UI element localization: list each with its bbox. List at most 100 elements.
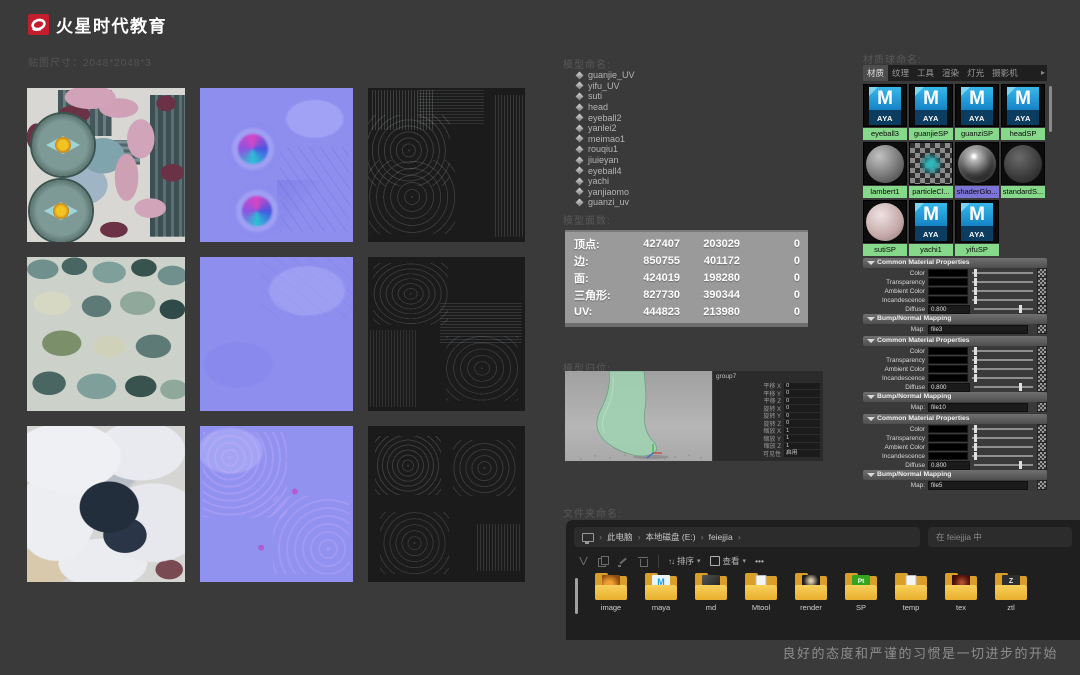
map-texture-button[interactable] xyxy=(1037,480,1047,490)
attr-slider[interactable] xyxy=(972,287,1033,295)
color-swatch[interactable] xyxy=(928,269,968,278)
slider-handle[interactable] xyxy=(974,287,978,295)
outliner-item[interactable]: rouqiu1 xyxy=(576,144,635,155)
map-value-field[interactable]: file10 xyxy=(928,403,1028,412)
channel-value-field[interactable]: 0 xyxy=(784,383,820,390)
common-properties-header[interactable]: Common Material Properties xyxy=(863,336,1047,346)
breadcrumb-item[interactable]: 此电脑 xyxy=(607,531,633,543)
model-viewport[interactable] xyxy=(565,371,712,461)
tab-摄影机[interactable]: 摄影机 xyxy=(988,65,1022,81)
breadcrumb-item[interactable]: 本地磁盘 (E:) xyxy=(646,531,696,543)
bump-mapping-header[interactable]: Bump/Normal Mapping xyxy=(863,392,1047,402)
explorer-search[interactable]: 在 feiejjia 中 xyxy=(928,527,1072,547)
channel-value-field[interactable]: 0 xyxy=(784,413,820,420)
outliner-item[interactable]: head xyxy=(576,102,635,113)
material-swatch[interactable]: MAYAyifuSP xyxy=(955,200,999,256)
attr-slider[interactable] xyxy=(972,374,1033,382)
slider-handle[interactable] xyxy=(974,434,978,442)
tab-overflow-arrow[interactable]: ▸ xyxy=(1041,65,1047,81)
material-swatch[interactable]: standardS... xyxy=(1001,142,1045,198)
folder-tile[interactable]: Mtool xyxy=(736,573,786,612)
slider-handle[interactable] xyxy=(1019,305,1023,313)
attr-slider[interactable] xyxy=(974,383,1033,391)
map-texture-button[interactable] xyxy=(1037,304,1047,314)
bump-mapping-header[interactable]: Bump/Normal Mapping xyxy=(863,314,1047,324)
folder-tile[interactable]: temp xyxy=(886,573,936,612)
color-swatch[interactable] xyxy=(928,425,968,434)
diffuse-value-field[interactable]: 0.800 xyxy=(928,305,970,314)
slider-handle[interactable] xyxy=(974,356,978,364)
slider-handle[interactable] xyxy=(974,347,978,355)
attr-slider[interactable] xyxy=(972,452,1033,460)
diffuse-value-field[interactable]: 0.800 xyxy=(928,461,970,470)
slider-handle[interactable] xyxy=(974,452,978,460)
material-swatch[interactable]: lambert1 xyxy=(863,142,907,198)
nav-pane-scrollbar[interactable] xyxy=(575,578,578,614)
folder-tile[interactable]: tex xyxy=(936,573,986,612)
copy-icon[interactable] xyxy=(598,556,609,567)
color-swatch[interactable] xyxy=(928,278,968,287)
slider-handle[interactable] xyxy=(974,365,978,373)
slider-handle[interactable] xyxy=(974,269,978,277)
map-value-field[interactable]: file3 xyxy=(928,325,1028,334)
attr-slider[interactable] xyxy=(972,425,1033,433)
attr-slider[interactable] xyxy=(972,347,1033,355)
folder-tile[interactable]: PtSP xyxy=(836,573,886,612)
map-value-field[interactable]: file5 xyxy=(928,481,1028,490)
folder-tile[interactable]: Zztl xyxy=(986,573,1036,612)
breadcrumb[interactable]: ›此电脑›本地磁盘 (E:)›feiejjia› xyxy=(574,527,920,547)
material-swatch[interactable]: MAYAguanziSP xyxy=(955,84,999,140)
rename-icon[interactable] xyxy=(618,556,629,567)
folder-tile[interactable]: md xyxy=(686,573,736,612)
folder-tile[interactable]: Mmaya xyxy=(636,573,686,612)
bump-mapping-header[interactable]: Bump/Normal Mapping xyxy=(863,470,1047,480)
attr-slider[interactable] xyxy=(972,269,1033,277)
outliner-item[interactable]: eyeball4 xyxy=(576,165,635,176)
breadcrumb-item[interactable]: feiejjia xyxy=(709,532,733,542)
attr-slider[interactable] xyxy=(974,305,1033,313)
map-texture-button[interactable] xyxy=(1037,460,1047,470)
attr-slider[interactable] xyxy=(972,356,1033,364)
slider-handle[interactable] xyxy=(974,425,978,433)
attr-slider[interactable] xyxy=(972,443,1033,451)
channel-value-field[interactable]: 0 xyxy=(784,398,820,405)
map-texture-button[interactable] xyxy=(1037,324,1047,334)
color-swatch[interactable] xyxy=(928,434,968,443)
slider-handle[interactable] xyxy=(1019,461,1023,469)
tab-材质[interactable]: 材质 xyxy=(863,65,888,81)
attr-slider[interactable] xyxy=(974,461,1033,469)
material-swatch[interactable]: MAYAheadSP xyxy=(1001,84,1045,140)
delete-icon[interactable] xyxy=(638,556,649,567)
slider-handle[interactable] xyxy=(974,374,978,382)
outliner-item[interactable]: suti xyxy=(576,91,635,102)
outliner-item[interactable]: guanzi_uv xyxy=(576,197,635,208)
outliner-item[interactable]: yifu_UV xyxy=(576,81,635,92)
color-swatch[interactable] xyxy=(928,347,968,356)
channel-value-field[interactable]: 0 xyxy=(784,390,820,397)
view-button[interactable]: 查看 ▾ xyxy=(710,555,747,567)
channel-value-field[interactable]: 1 xyxy=(784,435,820,442)
channel-value-field[interactable]: 1 xyxy=(784,428,820,435)
slider-handle[interactable] xyxy=(974,278,978,286)
folder-tile[interactable]: render xyxy=(786,573,836,612)
attr-slider[interactable] xyxy=(972,365,1033,373)
channel-value-field[interactable]: 1 xyxy=(784,443,820,450)
slider-handle[interactable] xyxy=(1019,383,1023,391)
tab-纹理[interactable]: 纹理 xyxy=(888,65,913,81)
outliner-item[interactable]: yanjiaomo xyxy=(576,187,635,198)
material-swatch[interactable]: MAYAguanjieSP xyxy=(909,84,953,140)
channel-value-field[interactable]: 启用 xyxy=(784,450,820,457)
tab-渲染[interactable]: 渲染 xyxy=(938,65,963,81)
map-texture-button[interactable] xyxy=(1037,402,1047,412)
map-texture-button[interactable] xyxy=(1037,382,1047,392)
channel-value-field[interactable]: 0 xyxy=(784,420,820,427)
common-properties-header[interactable]: Common Material Properties xyxy=(863,258,1047,268)
outliner-item[interactable]: meimao1 xyxy=(576,134,635,145)
common-properties-header[interactable]: Common Material Properties xyxy=(863,414,1047,424)
tab-工具[interactable]: 工具 xyxy=(913,65,938,81)
tab-灯光[interactable]: 灯光 xyxy=(963,65,988,81)
color-swatch[interactable] xyxy=(928,452,968,461)
material-swatch[interactable]: MAYAeyeball3 xyxy=(863,84,907,140)
folder-tile[interactable]: image xyxy=(586,573,636,612)
sort-button[interactable]: ↑↓ 排序 ▾ xyxy=(668,555,701,567)
